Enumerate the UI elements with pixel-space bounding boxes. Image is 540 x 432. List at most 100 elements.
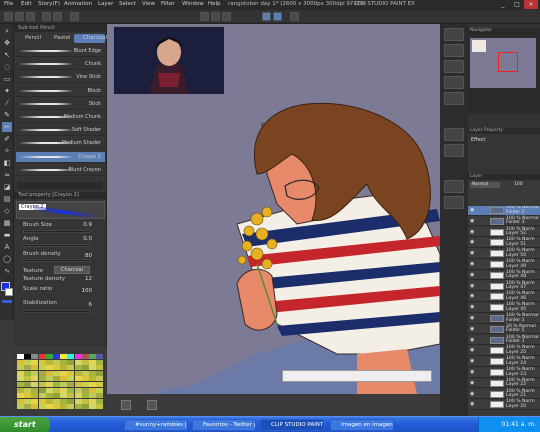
- color-swatch[interactable]: [24, 359, 32, 365]
- balloon-icon[interactable]: ◯: [2, 254, 12, 264]
- frame-icon[interactable]: ▦: [2, 218, 12, 228]
- layer-property-tab-icon[interactable]: [444, 128, 464, 141]
- color-swatch[interactable]: [81, 387, 89, 393]
- color-swatch[interactable]: [60, 393, 68, 399]
- color-swatch[interactable]: [96, 370, 104, 376]
- clear-icon[interactable]: [70, 12, 79, 21]
- color-swatch[interactable]: [24, 393, 32, 399]
- texture-density-value[interactable]: 12: [85, 276, 92, 282]
- task-twitter[interactable]: Favoritos - Twitter y 6...: [192, 419, 256, 431]
- new-icon[interactable]: [4, 12, 13, 21]
- color-swatch[interactable]: [96, 382, 104, 387]
- brush-item[interactable]: Blunt Crayon: [16, 165, 105, 176]
- color-swatch[interactable]: [38, 370, 46, 376]
- menu-animation[interactable]: Animation: [64, 1, 92, 7]
- color-swatch[interactable]: [53, 370, 60, 376]
- brush-density-slider[interactable]: [23, 259, 91, 262]
- color-swatch[interactable]: [96, 365, 104, 371]
- navigator-preview[interactable]: [470, 38, 536, 88]
- color-swatch[interactable]: [96, 398, 104, 404]
- color-swatch[interactable]: [89, 365, 96, 371]
- color-swatch[interactable]: [81, 354, 89, 359]
- close-button[interactable]: ✕: [524, 0, 538, 9]
- layer-row[interactable]: ◉ 100 % Norm Layer 25: [468, 346, 540, 356]
- layer-row[interactable]: ◉ 100 % Norm Layer 24: [468, 357, 540, 367]
- eye-icon[interactable]: ◉: [470, 316, 476, 321]
- color-swatch[interactable]: [53, 365, 60, 371]
- reference-window[interactable]: [113, 26, 224, 94]
- color-swatch[interactable]: [89, 398, 96, 404]
- selection-icon[interactable]: ▭: [2, 74, 12, 84]
- color-swatch[interactable]: [31, 370, 39, 376]
- color-swatch[interactable]: [17, 382, 24, 387]
- color-swatch[interactable]: [31, 382, 39, 387]
- color-swatch[interactable]: [24, 354, 32, 359]
- search-layer-icon[interactable]: [444, 144, 464, 157]
- layer-row[interactable]: ◉ 100 % Norm Layer 51: [468, 238, 540, 248]
- eye-icon[interactable]: ◉: [470, 359, 476, 364]
- brush-item[interactable]: Blunt Edge: [16, 46, 105, 57]
- brush-item[interactable]: Soft Shader: [16, 125, 105, 137]
- sub-color-swatch[interactable]: [5, 288, 13, 296]
- color-swatch[interactable]: [60, 398, 68, 404]
- color-swatch[interactable]: [31, 365, 39, 371]
- menu-help[interactable]: Help: [208, 1, 221, 7]
- color-swatch[interactable]: [38, 359, 46, 365]
- task-tumblr[interactable]: #sunny+rambles | PO...: [124, 419, 188, 431]
- color-swatch[interactable]: [81, 376, 89, 382]
- scale-ratio-value[interactable]: 100: [82, 288, 93, 294]
- color-swatch[interactable]: [24, 365, 32, 371]
- eye-icon[interactable]: ◉: [470, 348, 476, 353]
- blend-mode-select[interactable]: Normal: [470, 182, 500, 188]
- color-swatch[interactable]: [31, 376, 39, 382]
- color-swatch[interactable]: [31, 398, 39, 404]
- color-swatch[interactable]: [24, 404, 32, 410]
- color-swatch[interactable]: [89, 359, 96, 365]
- color-swatch[interactable]: [38, 404, 46, 410]
- layer-row[interactable]: ◉ 100 % Norm Layer 48: [468, 270, 540, 281]
- maximize-button[interactable]: □: [510, 0, 524, 9]
- brush-size-slider[interactable]: [23, 230, 91, 233]
- color-swatch[interactable]: [74, 404, 82, 410]
- ruler-icon[interactable]: [262, 12, 271, 21]
- brush-item[interactable]: Medium Shader: [16, 138, 105, 150]
- color-swatch[interactable]: [67, 370, 75, 376]
- rotate-icon[interactable]: [147, 400, 157, 410]
- color-swatch[interactable]: [67, 365, 75, 371]
- menu-filter[interactable]: Filter: [161, 1, 175, 7]
- color-swatch[interactable]: [74, 354, 82, 359]
- color-swatch[interactable]: [89, 393, 96, 399]
- eye-icon[interactable]: ◉: [470, 283, 476, 289]
- layer-row[interactable]: ◉ 100 % Norm Layer 45: [468, 303, 540, 313]
- layer-row[interactable]: ◉ 100 % Norm Layer 49: [468, 259, 540, 270]
- task-clip-studio[interactable]: CLIP STUDIO PAINT: [260, 419, 324, 431]
- color-swatch[interactable]: [53, 376, 60, 382]
- redo-icon[interactable]: [53, 12, 62, 21]
- color-swatch[interactable]: [17, 393, 24, 399]
- layer-tab-icon[interactable]: [444, 180, 464, 193]
- color-swatch[interactable]: [89, 404, 96, 410]
- eye-icon[interactable]: ◉: [470, 272, 476, 278]
- eye-icon[interactable]: ◉: [470, 305, 476, 310]
- color-swatch[interactable]: [17, 387, 24, 393]
- color-swatch[interactable]: [60, 365, 68, 371]
- blend-icon[interactable]: ≈: [2, 170, 12, 180]
- auto-select-icon[interactable]: ✦: [2, 86, 12, 96]
- color-swatch[interactable]: [53, 382, 60, 387]
- snap-ruler-icon[interactable]: [211, 12, 220, 21]
- eye-icon[interactable]: ◉: [470, 326, 476, 332]
- color-swatch[interactable]: [96, 354, 104, 359]
- item-bank-icon[interactable]: [444, 76, 464, 89]
- color-swatch[interactable]: [60, 387, 68, 393]
- color-swatch[interactable]: [38, 398, 46, 404]
- color-swatch[interactable]: [38, 387, 46, 393]
- brush-item[interactable]: Stick: [16, 99, 105, 110]
- info-tab-icon[interactable]: [444, 60, 464, 73]
- color-swatch[interactable]: [60, 404, 68, 410]
- figure-icon[interactable]: ◇: [2, 206, 12, 216]
- color-swatch[interactable]: [31, 404, 39, 410]
- color-swatch[interactable]: [24, 382, 32, 387]
- color-swatch[interactable]: [89, 370, 96, 376]
- color-swatch[interactable]: [45, 398, 53, 404]
- color-swatch[interactable]: [81, 359, 89, 365]
